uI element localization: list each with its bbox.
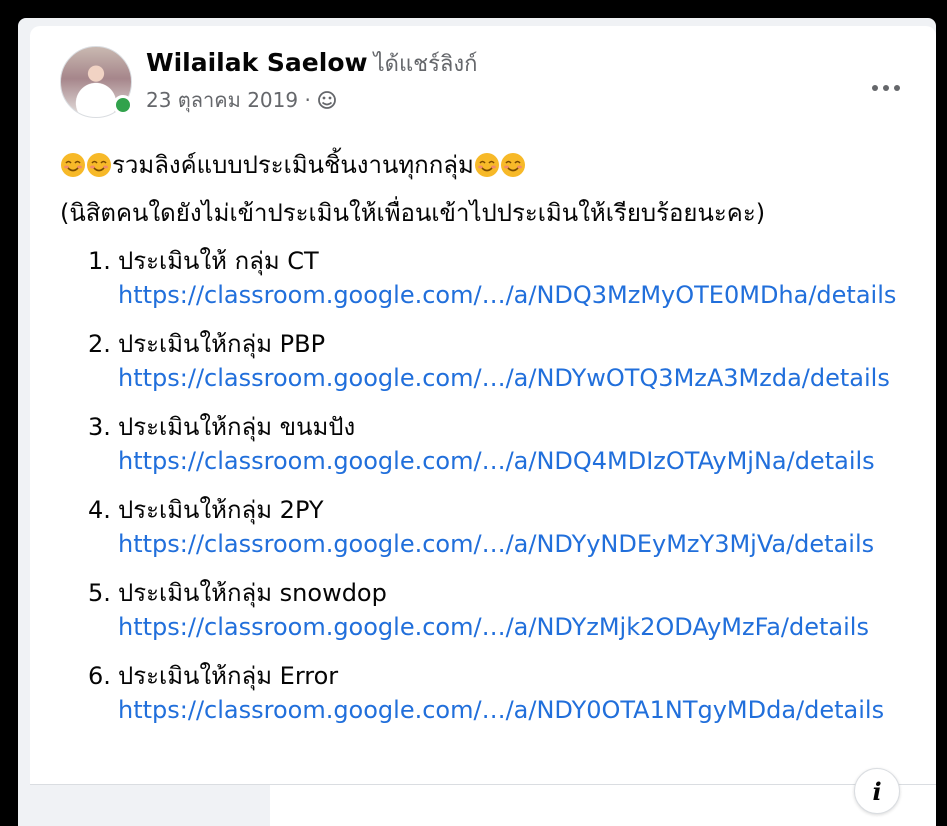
list-item-link[interactable]: https://classroom.google.com/…/a/NDQ3MzM… bbox=[118, 278, 908, 312]
smiling-face-emoji bbox=[87, 153, 111, 177]
post-body: รวมลิงค์แบบประเมินชิ้นงานทุกกลุ่ม (นิสิต… bbox=[60, 146, 920, 742]
post-note: (นิสิตคนใดยังไม่เข้าประเมินให้เพื่อนเข้า… bbox=[60, 199, 766, 227]
feed-background: Wilailak Saelow ได้แชร์ลิงก์ 23 ตุลาคม 20… bbox=[18, 18, 936, 826]
smiling-face-emoji bbox=[500, 153, 525, 177]
smiling-face-emoji bbox=[61, 153, 85, 177]
post-headline: รวมลิงค์แบบประเมินชิ้นงานทุกกลุ่ม bbox=[112, 151, 474, 179]
list-item-label: ประเมินให้ กลุ่ม CT bbox=[118, 247, 319, 275]
smiling-face-emoji bbox=[474, 153, 499, 177]
list-item-link[interactable]: https://classroom.google.com/…/a/NDQ4MDI… bbox=[118, 444, 908, 478]
list-item-number: 6. bbox=[88, 662, 111, 690]
link-preview-thumbnail[interactable] bbox=[30, 785, 270, 826]
globe-icon bbox=[318, 91, 337, 109]
list-item: 3. ประเมินให้กลุ่ม ขนมปัง https://classr… bbox=[60, 410, 920, 478]
post-action-text: ได้แชร์ลิงก์ bbox=[373, 52, 478, 77]
list-item-link[interactable]: https://classroom.google.com/…/a/NDYwOTQ… bbox=[118, 361, 908, 395]
list-item-link[interactable]: https://classroom.google.com/…/a/NDYyNDE… bbox=[118, 527, 908, 561]
link-list: 1. ประเมินให้ กลุ่ม CT https://classroom… bbox=[60, 244, 920, 727]
author-name[interactable]: Wilailak Saelow bbox=[146, 48, 368, 77]
list-item-number: 5. bbox=[88, 579, 111, 607]
list-item-label: ประเมินให้กลุ่ม 2PY bbox=[118, 496, 324, 524]
list-item-label: ประเมินให้กลุ่ม PBP bbox=[118, 330, 326, 358]
list-item-number: 1. bbox=[88, 247, 111, 275]
list-item: 1. ประเมินให้ กลุ่ม CT https://classroom… bbox=[60, 244, 920, 312]
online-status-indicator bbox=[113, 95, 133, 115]
info-icon-glyph: i bbox=[872, 776, 882, 806]
list-item: 6. ประเมินให้กลุ่ม Error https://classro… bbox=[60, 659, 920, 727]
more-options-icon[interactable] bbox=[866, 76, 906, 100]
list-item-number: 2. bbox=[88, 330, 111, 358]
author-line: Wilailak Saelow ได้แชร์ลิงก์ bbox=[146, 46, 477, 82]
post-headline-row: รวมลิงค์แบบประเมินชิ้นงานทุกกลุ่ม bbox=[60, 146, 920, 184]
list-item-link[interactable]: https://classroom.google.com/…/a/NDYzMjk… bbox=[118, 610, 908, 644]
post-header: Wilailak Saelow ได้แชร์ลิงก์ 23 ตุลาคม 20… bbox=[30, 26, 936, 136]
screenshot-frame: Wilailak Saelow ได้แชร์ลิงก์ 23 ตุลาคม 20… bbox=[0, 0, 947, 826]
list-item-number: 3. bbox=[88, 413, 111, 441]
more-dot bbox=[894, 85, 900, 91]
link-preview-strip[interactable] bbox=[30, 784, 936, 826]
list-item-label: ประเมินให้กลุ่ม snowdop bbox=[118, 579, 387, 607]
list-item-link[interactable]: https://classroom.google.com/…/a/NDY0OTA… bbox=[118, 693, 908, 727]
info-icon[interactable]: i bbox=[854, 768, 900, 814]
more-dot bbox=[883, 85, 889, 91]
list-item: 4. ประเมินให้กลุ่ม 2PY https://classroom… bbox=[60, 493, 920, 561]
list-item: 5. ประเมินให้กลุ่ม snowdop https://class… bbox=[60, 576, 920, 644]
post-card: Wilailak Saelow ได้แชร์ลิงก์ 23 ตุลาคม 20… bbox=[30, 26, 936, 826]
more-dot bbox=[872, 85, 878, 91]
list-item-number: 4. bbox=[88, 496, 111, 524]
list-item: 2. ประเมินให้กลุ่ม PBP https://classroom… bbox=[60, 327, 920, 395]
post-timestamp[interactable]: 23 ตุลาคม 2019 · bbox=[146, 88, 311, 112]
list-item-label: ประเมินให้กลุ่ม Error bbox=[118, 662, 339, 690]
list-item-label: ประเมินให้กลุ่ม ขนมปัง bbox=[118, 413, 356, 441]
post-timestamp-row: 23 ตุลาคม 2019 · bbox=[146, 86, 337, 114]
author-avatar[interactable] bbox=[60, 46, 133, 118]
